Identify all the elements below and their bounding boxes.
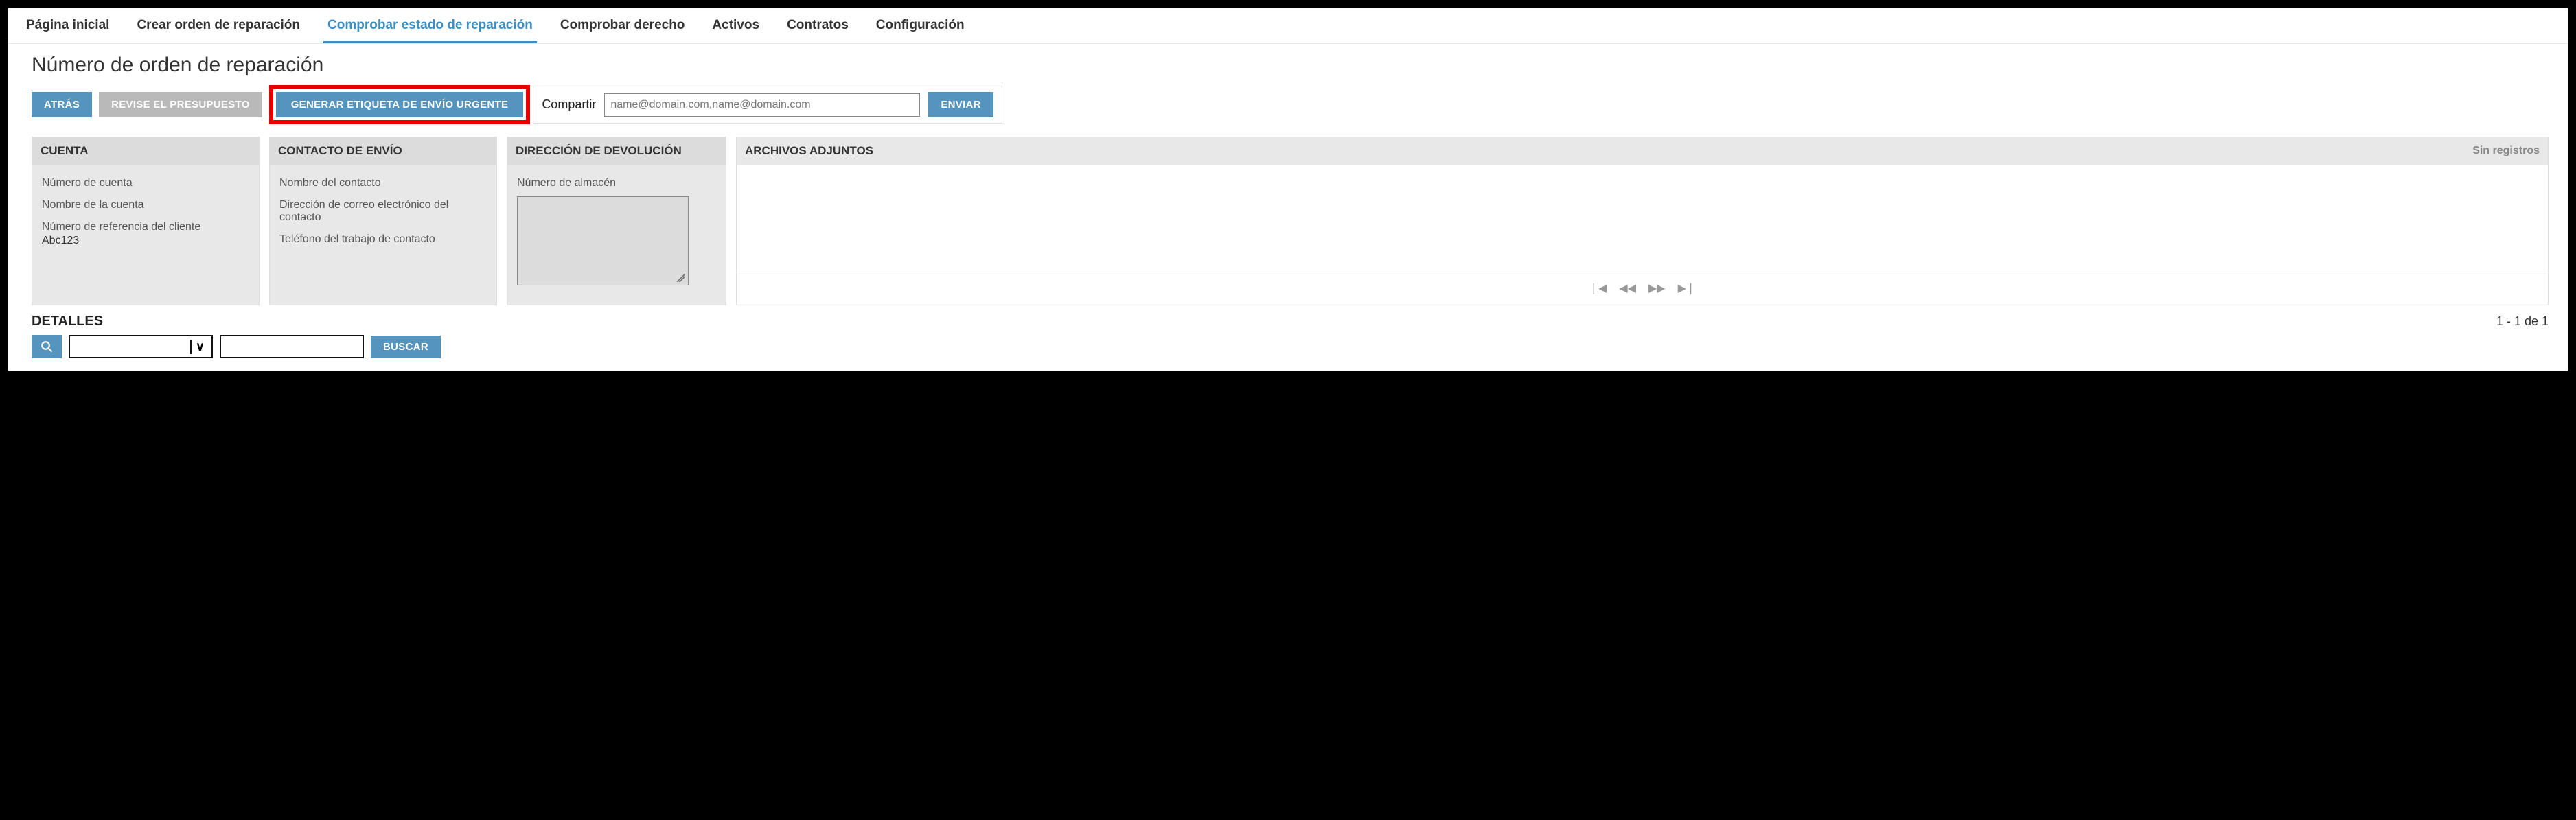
panel-return-header: DIRECCIÓN DE DEVOLUCIÓN: [507, 137, 726, 165]
panel-return-address: DIRECCIÓN DE DEVOLUCIÓN Número de almacé…: [507, 137, 726, 305]
pager-prev-icon[interactable]: ◀◀: [1619, 281, 1636, 295]
tab-config[interactable]: Configuración: [872, 8, 969, 43]
panel-contact: CONTACTO DE ENVÍO Nombre del contacto Di…: [269, 137, 497, 305]
panel-return-title: DIRECCIÓN DE DEVOLUCIÓN: [516, 144, 682, 158]
tab-home[interactable]: Página inicial: [22, 8, 113, 43]
top-nav: Página inicial Crear orden de reparación…: [8, 8, 2568, 44]
pager-first-icon[interactable]: ❘◀: [1589, 281, 1607, 295]
panel-attachments-header: ARCHIVOS ADJUNTOS Sin registros: [737, 137, 2548, 165]
details-search-row: ∨ BUSCAR: [8, 329, 2568, 358]
account-number-label: Número de cuenta: [42, 177, 249, 189]
panel-contact-title: CONTACTO DE ENVÍO: [278, 144, 402, 158]
send-button[interactable]: ENVIAR: [928, 92, 993, 117]
search-icon: [41, 340, 53, 353]
review-budget-button: REVISE EL PRESUPUESTO: [99, 92, 262, 117]
panel-account-title: CUENTA: [41, 144, 89, 158]
share-label: Compartir: [542, 97, 596, 112]
panel-contact-header: CONTACTO DE ENVÍO: [270, 137, 496, 165]
search-icon-button[interactable]: [32, 335, 62, 358]
tab-create-order[interactable]: Crear orden de reparación: [133, 8, 304, 43]
tab-contracts[interactable]: Contratos: [783, 8, 853, 43]
search-button[interactable]: BUSCAR: [371, 336, 441, 358]
page-title: Número de orden de reparación: [8, 44, 2568, 80]
customer-ref-value: Abc123: [42, 235, 249, 247]
panel-attachments: ARCHIVOS ADJUNTOS Sin registros ❘◀ ◀◀ ▶▶…: [736, 137, 2549, 305]
warehouse-number-label: Número de almacén: [517, 177, 716, 189]
records-count: 1 - 1 de 1: [2496, 314, 2549, 329]
pager-next-icon[interactable]: ▶▶: [1648, 281, 1666, 295]
tab-check-status[interactable]: Comprobar estado de reparación: [323, 8, 537, 43]
action-bar: ATRÁS REVISE EL PRESUPUESTO GENERAR ETIQ…: [8, 80, 2568, 130]
contact-email-label: Dirección de correo electrónico del cont…: [279, 199, 487, 224]
return-address-textarea[interactable]: [517, 196, 689, 285]
search-value-input[interactable]: [220, 335, 364, 358]
generate-shipping-label-button[interactable]: GENERAR ETIQUETA DE ENVÍO URGENTE: [276, 92, 524, 117]
highlight-generate-label: GENERAR ETIQUETA DE ENVÍO URGENTE: [269, 85, 531, 124]
contact-phone-label: Teléfono del trabajo de contacto: [279, 233, 487, 246]
panel-account-header: CUENTA: [32, 137, 259, 165]
account-name-label: Nombre de la cuenta: [42, 199, 249, 211]
panel-attachments-title: ARCHIVOS ADJUNTOS: [745, 144, 873, 158]
share-email-input[interactable]: [604, 93, 920, 117]
contact-name-label: Nombre del contacto: [279, 177, 487, 189]
tab-check-entitlement[interactable]: Comprobar derecho: [556, 8, 689, 43]
tab-assets[interactable]: Activos: [708, 8, 763, 43]
attachments-body: [737, 165, 2548, 274]
panel-account: CUENTA Número de cuenta Nombre de la cue…: [32, 137, 260, 305]
details-heading: DETALLES: [32, 314, 103, 329]
chevron-down-icon: ∨: [190, 340, 209, 354]
attachments-empty-text: Sin registros: [2472, 145, 2540, 157]
pager-last-icon[interactable]: ▶❘: [1678, 281, 1696, 295]
customer-ref-label: Número de referencia del cliente: [42, 221, 249, 233]
attachments-pager: ❘◀ ◀◀ ▶▶ ▶❘: [737, 274, 2548, 302]
share-container: Compartir ENVIAR: [533, 86, 1002, 124]
search-field-select[interactable]: ∨: [69, 335, 213, 358]
back-button[interactable]: ATRÁS: [32, 92, 92, 117]
